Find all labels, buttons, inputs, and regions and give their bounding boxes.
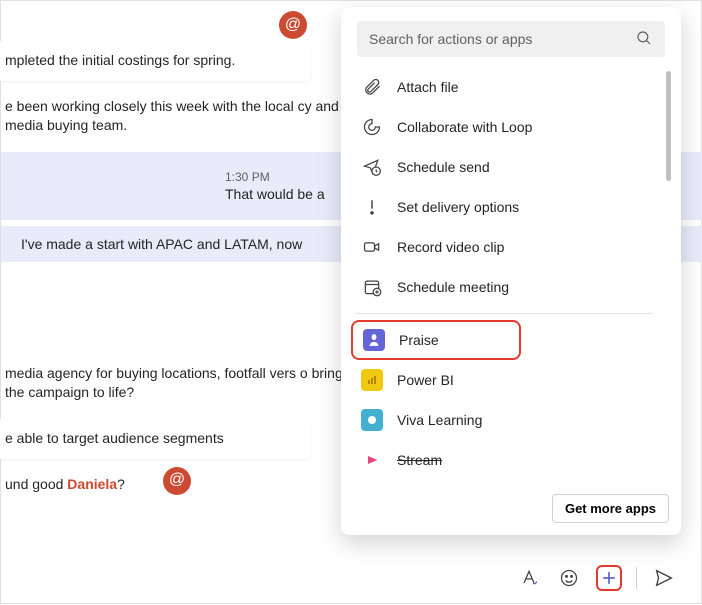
action-loop[interactable]: Collaborate with Loop xyxy=(351,107,657,147)
app-praise[interactable]: Praise xyxy=(351,320,521,360)
action-schedule-meeting[interactable]: Schedule meeting xyxy=(351,267,657,307)
viva-app-icon xyxy=(361,409,383,431)
message-text: e able to target audience segments xyxy=(5,430,224,446)
action-list: Attach file Collaborate with Loop Schedu… xyxy=(351,67,671,525)
app-label: Power BI xyxy=(397,372,454,388)
message-text: media agency for buying locations, footf… xyxy=(5,365,343,401)
chat-message: e able to target audience segments xyxy=(0,419,311,459)
message-text: I've made a start with APAC and LATAM, n… xyxy=(21,236,302,252)
action-schedule-send[interactable]: Schedule send xyxy=(351,147,657,187)
message-text: e been working closely this week with th… xyxy=(5,98,339,134)
message-text: That would be a xyxy=(225,186,325,202)
action-record-video[interactable]: Record video clip xyxy=(351,227,657,267)
chat-message: e been working closely this week with th… xyxy=(0,87,371,146)
action-label: Schedule send xyxy=(397,159,490,175)
scrollbar-thumb[interactable] xyxy=(666,71,671,181)
search-icon xyxy=(635,29,653,50)
chat-message: mpleted the initial costings for spring. xyxy=(0,41,311,81)
app-label: Viva Learning xyxy=(397,412,482,428)
app-viva-learning[interactable]: Viva Learning xyxy=(351,400,657,440)
chat-message: media agency for buying locations, footf… xyxy=(0,354,371,413)
emoji-icon[interactable] xyxy=(556,565,582,591)
paperclip-icon xyxy=(361,76,383,98)
app-label: Stream xyxy=(397,452,442,468)
plus-icon xyxy=(599,565,619,591)
video-icon xyxy=(361,236,383,258)
add-action-button[interactable] xyxy=(596,565,622,591)
send-clock-icon xyxy=(361,156,383,178)
divider xyxy=(636,567,637,589)
app-label: Praise xyxy=(399,332,439,348)
search-box[interactable] xyxy=(357,21,665,57)
divider xyxy=(355,313,653,314)
mention-link[interactable]: Daniela xyxy=(67,476,117,492)
action-label: Record video clip xyxy=(397,239,504,255)
action-label: Collaborate with Loop xyxy=(397,119,532,135)
exclamation-icon xyxy=(361,196,383,218)
compose-toolbar xyxy=(516,565,677,591)
action-label: Attach file xyxy=(397,79,458,95)
action-delivery-options[interactable]: Set delivery options xyxy=(351,187,657,227)
button-label: Get more apps xyxy=(565,501,656,516)
stream-app-icon xyxy=(361,449,383,471)
action-label: Schedule meeting xyxy=(397,279,509,295)
format-icon[interactable] xyxy=(516,565,542,591)
message-text: mpleted the initial costings for spring. xyxy=(5,52,235,68)
calendar-plus-icon xyxy=(361,276,383,298)
mention-badge-icon: @ xyxy=(163,467,191,495)
powerbi-app-icon xyxy=(361,369,383,391)
action-label: Set delivery options xyxy=(397,199,519,215)
search-input[interactable] xyxy=(369,31,635,47)
chat-message: und good Daniela? @ xyxy=(0,465,311,505)
get-more-apps-button[interactable]: Get more apps xyxy=(552,494,669,523)
action-attach-file[interactable]: Attach file xyxy=(351,67,657,107)
app-stream[interactable]: Stream xyxy=(351,440,657,480)
actions-apps-popup: Attach file Collaborate with Loop Schedu… xyxy=(341,7,681,535)
praise-app-icon xyxy=(363,329,385,351)
mention-badge-icon: @ xyxy=(279,11,307,39)
loop-icon xyxy=(361,116,383,138)
message-text: und good xyxy=(5,476,67,492)
send-button[interactable] xyxy=(651,565,677,591)
message-text: ? xyxy=(117,476,125,492)
app-powerbi[interactable]: Power BI xyxy=(351,360,657,400)
